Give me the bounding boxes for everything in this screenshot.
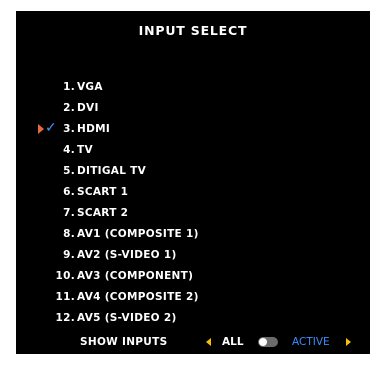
item-label: SCART 2 [77,207,129,219]
selection-marker-icon [38,124,44,134]
item-label: AV3 (COMPONENT) [77,270,194,282]
item-number: 6. [63,186,75,198]
item-number: 7. [63,207,75,219]
item-number: 12. [55,312,75,324]
item-number: 5. [63,165,75,177]
arrow-right-icon[interactable] [346,338,351,346]
input-item-av3[interactable]: 10. AV3 (COMPONENT) [16,266,193,286]
input-item-tv[interactable]: 4. TV [16,140,93,160]
item-label: AV5 (S-VIDEO 2) [77,312,177,324]
input-item-av5[interactable]: 12. AV5 (S-VIDEO 2) [16,308,177,328]
item-label: DVI [77,102,99,114]
item-label: VGA [77,81,103,93]
toggle-knob [259,338,267,346]
item-label: AV4 (COMPOSITE 2) [77,291,199,303]
input-item-dvi[interactable]: 2. DVI [16,98,99,118]
item-label: HDMI [77,123,111,135]
item-number: 8. [63,228,75,240]
show-inputs-toggle[interactable] [258,337,278,347]
input-item-digital-tv[interactable]: 5. DITIGAL TV [16,161,146,181]
item-label: SCART 1 [77,186,129,198]
input-item-scart-1[interactable]: 6. SCART 1 [16,182,128,202]
option-active[interactable]: ACTIVE [292,333,330,351]
item-label: DITIGAL TV [77,165,147,177]
input-select-osd: INPUT SELECT 1. VGA 2. DVI ✓ 3. HDMI 4. TV 5… [16,11,370,354]
show-inputs-row: SHOW INPUTS ALL ACTIVE [16,333,370,351]
input-item-av1[interactable]: 8. AV1 (COMPOSITE 1) [16,224,199,244]
show-inputs-label: SHOW INPUTS [80,336,168,348]
item-number: 4. [63,144,75,156]
input-item-av2[interactable]: 9. AV2 (S-VIDEO 1) [16,245,177,265]
input-item-vga[interactable]: 1. VGA [16,77,103,97]
item-number: 1. [63,81,75,93]
option-all[interactable]: ALL [222,333,244,351]
item-label: AV2 (S-VIDEO 1) [77,249,177,261]
menu-title: INPUT SELECT [138,23,248,38]
item-label: TV [77,144,93,156]
input-item-scart-2[interactable]: 7. SCART 2 [16,203,128,223]
checkmark-icon: ✓ [45,120,58,136]
arrow-left-icon[interactable] [206,338,211,346]
item-number: 10. [55,270,75,282]
item-number: 9. [63,249,75,261]
input-item-av4[interactable]: 11. AV4 (COMPOSITE 2) [16,287,199,307]
item-number: 11. [55,291,75,303]
input-item-hdmi[interactable]: ✓ 3. HDMI [16,119,110,139]
item-label: AV1 (COMPOSITE 1) [77,228,199,240]
item-number: 2. [63,102,75,114]
